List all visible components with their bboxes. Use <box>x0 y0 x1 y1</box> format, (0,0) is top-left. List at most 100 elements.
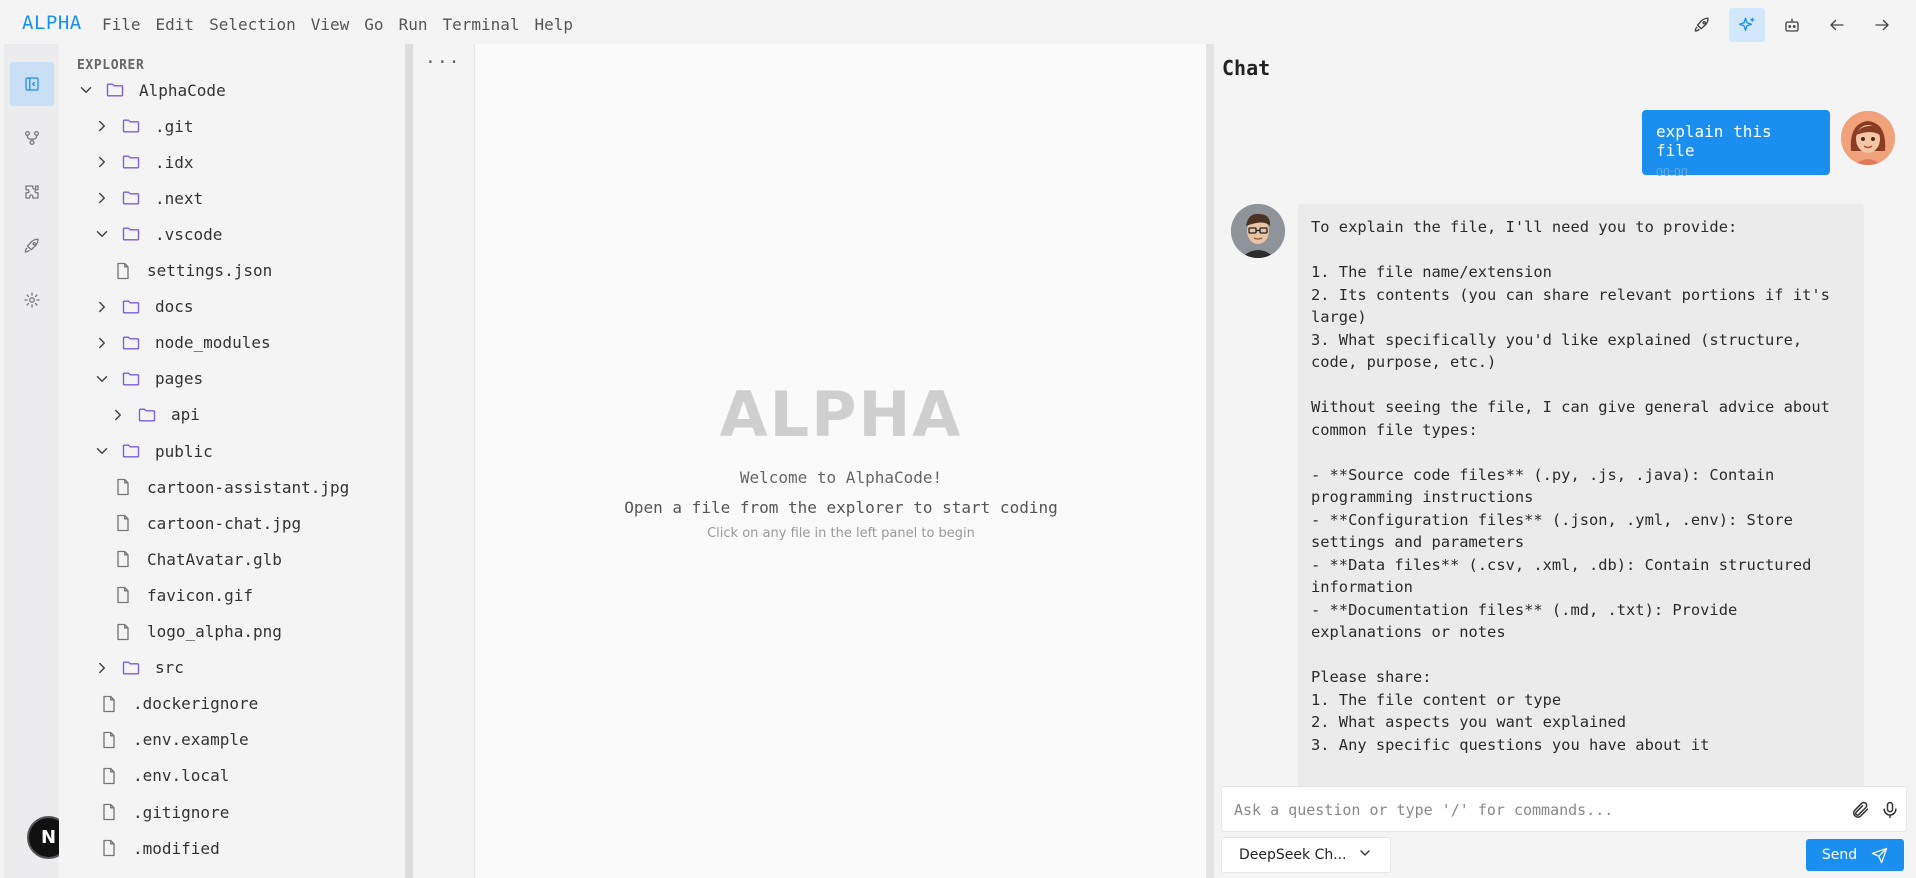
chevron-right-icon[interactable] <box>93 117 111 135</box>
tree-item-label: ChatAvatar.glb <box>147 549 282 569</box>
file-item[interactable]: .env.local <box>99 758 229 794</box>
tree-item-label: AlphaCode <box>139 80 226 100</box>
file-icon <box>113 622 133 642</box>
tree-item-label: .dockerignore <box>133 694 259 714</box>
deploy-button[interactable] <box>1684 8 1720 42</box>
chevron-down-icon[interactable] <box>93 370 111 388</box>
more-actions-button[interactable]: ··· <box>425 52 461 73</box>
assistant-message-line: 1. The file name/extension <box>1311 263 1552 281</box>
folder-item[interactable]: .git <box>93 108 194 144</box>
folder-item[interactable]: api <box>109 397 200 433</box>
ai-assist-button[interactable] <box>1729 8 1765 42</box>
chevron-right-icon[interactable] <box>93 153 111 171</box>
chevron-down-icon[interactable] <box>93 225 111 243</box>
assistant-message-bubble: To explain the file, I'll need you to pr… <box>1298 204 1864 820</box>
menu-selection[interactable]: Selection <box>209 15 296 34</box>
file-icon <box>113 513 133 533</box>
menu-file[interactable]: File <box>102 15 141 34</box>
tree-item-label: public <box>155 441 213 461</box>
menu-go[interactable]: Go <box>364 15 383 34</box>
menu-edit[interactable]: Edit <box>156 15 195 34</box>
chevron-right-icon[interactable] <box>93 334 111 352</box>
folder-item[interactable]: src <box>93 650 184 686</box>
file-item[interactable]: settings.json <box>113 253 272 289</box>
activity-settings[interactable] <box>10 278 54 322</box>
folder-item[interactable]: docs <box>93 289 194 325</box>
gear-icon <box>24 292 40 308</box>
chat-panel: Chat explain this file 00:00 To explain … <box>1214 44 1916 878</box>
tree-item-label: .idx <box>155 152 194 172</box>
file-icon <box>113 261 133 281</box>
tree-item-label: .modified <box>133 838 220 858</box>
chevron-right-icon[interactable] <box>93 189 111 207</box>
explorer-scrollbar[interactable] <box>405 44 413 878</box>
folder-item[interactable]: public <box>93 433 213 469</box>
file-item[interactable]: .gitignore <box>99 794 229 830</box>
assistant-avatar <box>1231 204 1285 258</box>
menu-terminal[interactable]: Terminal <box>442 15 519 34</box>
file-item[interactable]: .modified <box>99 830 220 866</box>
file-item[interactable]: cartoon-chat.jpg <box>113 505 301 541</box>
menu-view[interactable]: View <box>311 15 350 34</box>
assistant-message-line <box>1311 374 1851 397</box>
folder-item[interactable]: .vscode <box>93 216 222 252</box>
folder-icon <box>105 80 125 100</box>
menu-help[interactable]: Help <box>535 15 574 34</box>
chevron-down-icon[interactable] <box>77 81 95 99</box>
folder-icon <box>121 333 141 353</box>
assistant-message-line: To explain the file, I'll need you to pr… <box>1311 218 1738 236</box>
chevron-down-icon <box>1357 845 1373 865</box>
chevron-right-icon[interactable] <box>93 659 111 677</box>
file-item[interactable]: favicon.gif <box>113 577 253 613</box>
top-toolbar <box>1675 8 1900 42</box>
file-item[interactable]: .dockerignore <box>99 686 258 722</box>
rocket-icon <box>1694 17 1709 32</box>
tree-item-label: cartoon-assistant.jpg <box>147 477 350 497</box>
chat-input[interactable] <box>1234 798 1834 822</box>
chevron-right-icon[interactable] <box>93 298 111 316</box>
activity-bar <box>4 44 59 878</box>
activity-explorer[interactable] <box>10 62 54 106</box>
folder-item[interactable]: node_modules <box>93 325 271 361</box>
file-item[interactable]: .env.example <box>99 722 249 758</box>
folder-item[interactable]: pages <box>93 361 203 397</box>
chevron-right-icon[interactable] <box>109 406 127 424</box>
file-item[interactable]: logo_alpha.png <box>113 614 282 650</box>
assistant-message-line: - **Source code files** (.py, .js, .java… <box>1311 465 1775 484</box>
paperclip-icon <box>1853 801 1869 818</box>
forward-button[interactable] <box>1864 8 1900 42</box>
file-icon <box>99 838 119 858</box>
back-button[interactable] <box>1819 8 1855 42</box>
panel-left-icon <box>25 77 39 91</box>
tree-item-label: cartoon-chat.jpg <box>147 513 302 533</box>
menu-run[interactable]: Run <box>399 15 428 34</box>
activity-deploy[interactable] <box>10 224 54 268</box>
bot-button[interactable] <box>1774 8 1810 42</box>
microphone-button[interactable] <box>1880 800 1900 820</box>
folder-icon <box>121 658 141 678</box>
send-button[interactable]: Send <box>1806 839 1904 871</box>
model-selector[interactable]: DeepSeek Ch... <box>1221 837 1391 873</box>
activity-extensions[interactable] <box>10 170 54 214</box>
chevron-down-icon[interactable] <box>93 442 111 460</box>
panel-splitter[interactable] <box>1206 44 1214 878</box>
tree-item-label: .vscode <box>155 224 223 244</box>
title-bar: ALPHA File Edit Selection View Go Run Te… <box>0 0 1916 47</box>
attach-button[interactable] <box>1850 800 1870 820</box>
welcome-text: Welcome to AlphaCode! <box>739 468 943 487</box>
folder-item[interactable]: .next <box>93 180 203 216</box>
folder-item[interactable]: .idx <box>93 144 194 180</box>
assistant-message-line: Please share: <box>1311 668 1432 686</box>
git-branch-icon <box>24 130 40 146</box>
assistant-message-line: 1. The file content or type <box>1311 690 1562 709</box>
file-icon <box>99 802 119 822</box>
file-item[interactable]: cartoon-assistant.jpg <box>113 469 349 505</box>
folder-icon <box>121 297 141 317</box>
folder-icon <box>121 441 141 461</box>
user-message-bubble: explain this file 00:00 <box>1642 110 1830 179</box>
folder-item[interactable]: AlphaCode <box>77 72 226 108</box>
tree-item-label: docs <box>155 297 194 317</box>
activity-source-control[interactable] <box>10 116 54 160</box>
file-item[interactable]: ChatAvatar.glb <box>113 541 282 577</box>
send-button-label: Send <box>1821 847 1858 863</box>
